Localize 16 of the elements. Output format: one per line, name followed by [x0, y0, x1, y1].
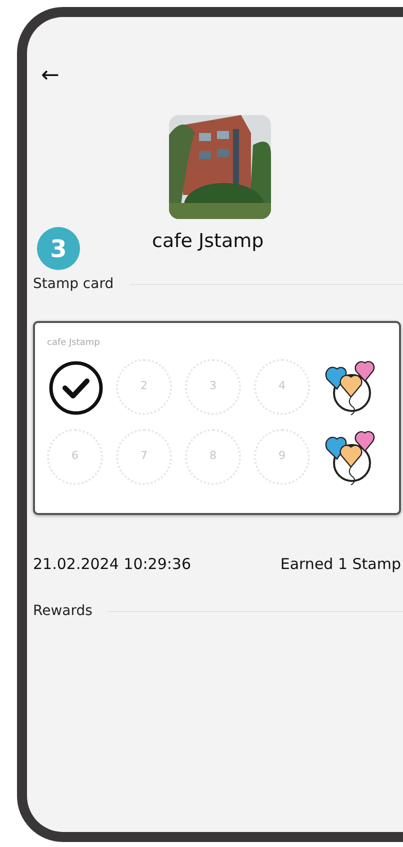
section-title: Rewards	[33, 602, 92, 621]
stamp-slot: 2	[116, 358, 172, 414]
back-arrow[interactable]: ←	[41, 65, 60, 87]
stamp-slot: 9	[254, 428, 310, 484]
card-title: cafe Jstamp	[47, 337, 101, 350]
stamp-slot: 7	[116, 428, 172, 484]
section-title: Stamp card	[33, 275, 114, 294]
stamp-slot: 3	[185, 358, 241, 414]
history-event: Earned 1 Stamp	[280, 554, 401, 574]
history-time: 21.02.2024 10:29:36	[33, 554, 192, 574]
stamp-slot: 6	[47, 428, 103, 484]
store-name: cafe Jstamp	[152, 229, 264, 254]
check-stamp-icon	[47, 358, 105, 416]
stamp-slot: 8	[185, 428, 241, 484]
stamp-slot: 4	[254, 358, 310, 414]
step-badge: 3	[37, 227, 80, 270]
